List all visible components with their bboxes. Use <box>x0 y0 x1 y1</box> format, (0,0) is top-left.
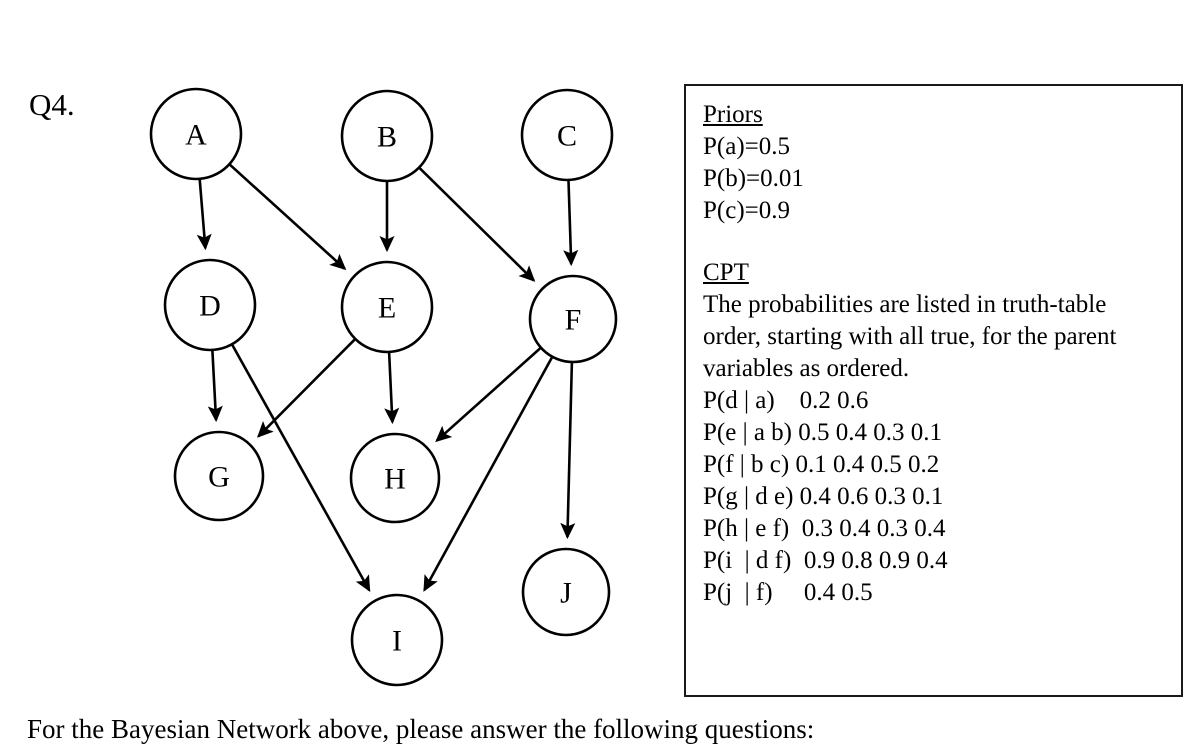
edge-a-to-e <box>228 163 347 271</box>
node-a: A <box>149 87 243 181</box>
cpt-row-j: P(j | f) 0.4 0.5 <box>703 579 873 606</box>
edge-d-to-g <box>207 349 223 423</box>
page-root: Q4. ABCDEFGHIJ Priors P(a)=0.5 P(b)=0.01… <box>0 0 1200 755</box>
cpt-row-e: P(e | a b) 0.5 0.4 0.3 0.1 <box>703 419 943 446</box>
probability-panel: Priors P(a)=0.5 P(b)=0.01 P(c)=0.9 CPT T… <box>684 84 1183 697</box>
edge-f-to-h <box>435 346 542 443</box>
node-label-h: H <box>384 463 406 496</box>
node-label-a: A <box>185 119 207 152</box>
node-label-d: D <box>199 290 221 323</box>
node-b: B <box>340 89 434 183</box>
edge-f-to-i <box>423 356 554 592</box>
priors-heading: Priors <box>703 101 763 128</box>
bayesian-network-diagram: A B C D E F G H I J <box>0 60 660 700</box>
cpt-row-h: P(h | e f) 0.3 0.4 0.3 0.4 <box>703 515 946 542</box>
cpt-heading: CPT <box>703 259 749 286</box>
cpt-note: The probabilities are listed in truth-ta… <box>703 291 1117 382</box>
panel-spacer <box>703 227 1181 257</box>
network-nodes: A B C D E F G H I J <box>149 87 618 687</box>
prior-line-b: P(b)=0.01 <box>703 165 804 192</box>
node-label-g: G <box>208 461 230 494</box>
network-graph-svg: A B C D E F G H I J <box>149 87 618 687</box>
node-label-b: B <box>377 121 397 154</box>
cpt-row-i: P(i | d f) 0.9 0.8 0.9 0.4 <box>703 547 948 574</box>
node-e: E <box>340 260 434 354</box>
network-edges <box>196 163 579 593</box>
node-label-f: F <box>565 304 582 337</box>
node-h: H <box>349 432 441 524</box>
edge-e-to-h <box>384 351 400 425</box>
cpt-row-g: P(g | d e) 0.4 0.6 0.3 0.1 <box>703 483 944 510</box>
node-label-c: C <box>557 120 577 153</box>
node-i: I <box>350 593 444 687</box>
node-j: J <box>521 547 611 637</box>
edge-a-to-d <box>196 178 212 251</box>
prior-line-c: P(c)=0.9 <box>703 197 790 224</box>
node-d: D <box>163 258 257 352</box>
node-c: C <box>520 88 614 182</box>
node-label-i: I <box>392 625 402 658</box>
instruction-caption: For the Bayesian Network above, please a… <box>27 714 815 744</box>
edge-c-to-f <box>563 179 579 267</box>
node-label-e: E <box>378 292 396 325</box>
node-f: F <box>528 274 618 364</box>
prior-line-a: P(a)=0.5 <box>703 133 790 160</box>
node-g: G <box>173 430 265 522</box>
edge-f-to-j <box>560 361 576 540</box>
cpt-row-d: P(d | a) 0.2 0.6 <box>703 387 869 414</box>
node-label-j: J <box>560 577 572 610</box>
edge-e-to-g <box>257 337 357 438</box>
cpt-row-f: P(f | b c) 0.1 0.4 0.5 0.2 <box>703 451 940 478</box>
edge-b-to-f <box>418 166 536 282</box>
